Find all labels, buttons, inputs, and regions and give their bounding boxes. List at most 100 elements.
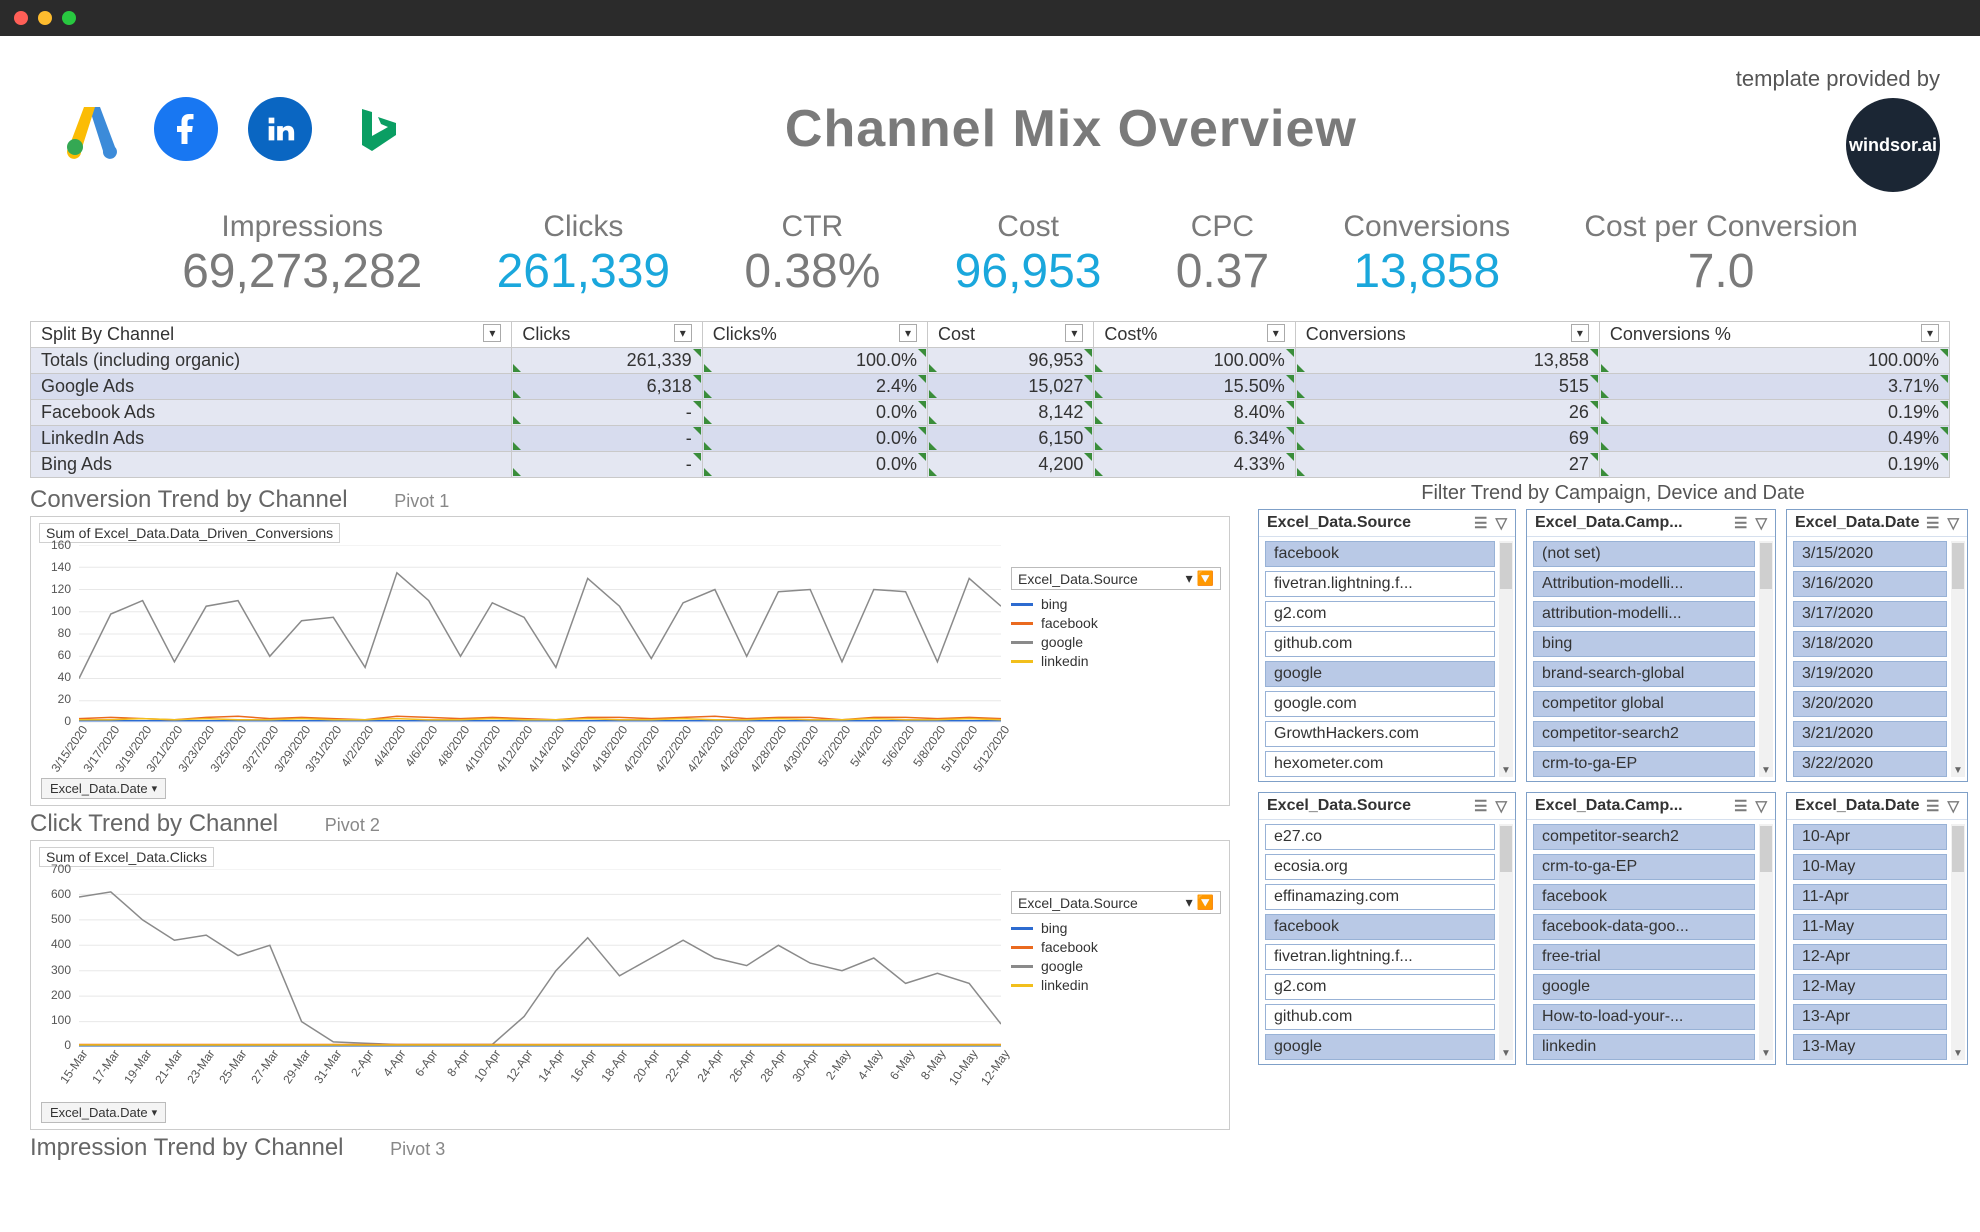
scrollbar[interactable]: ▲▼ [1951,824,1965,1060]
col-header[interactable]: Clicks▾ [512,322,702,348]
col-header[interactable]: Conversions %▾ [1599,322,1949,348]
slicer-option[interactable]: 3/18/2020 [1793,631,1947,657]
slicer-option[interactable]: 3/20/2020 [1793,691,1947,717]
slicer-option[interactable]: 12-Apr [1793,944,1947,970]
slicer-option[interactable]: free-trial [1533,944,1755,970]
col-header[interactable]: Cost▾ [928,322,1094,348]
multiselect-icon[interactable]: ☰ [1734,797,1747,815]
slicer-option[interactable]: GrowthHackers.com [1265,721,1495,747]
slicer-option[interactable]: 12-May [1793,974,1947,1000]
clear-filter-icon[interactable]: ▽ [1947,514,1959,532]
legend-item[interactable]: facebook [1011,939,1221,955]
slicer-option[interactable]: attribution-modelli... [1533,601,1755,627]
clear-filter-icon[interactable]: ▽ [1495,797,1507,815]
scrollbar[interactable]: ▲▼ [1759,541,1773,777]
slicer-option[interactable]: 3/17/2020 [1793,601,1947,627]
slicer-option[interactable]: 3/21/2020 [1793,721,1947,747]
chart1-date-pill[interactable]: Excel_Data.Date [41,778,166,799]
col-header[interactable]: Split By Channel▾ [31,322,512,348]
slicer-option[interactable]: brand-search-global [1533,661,1755,687]
multiselect-icon[interactable]: ☰ [1474,797,1487,815]
legend-item[interactable]: google [1011,634,1221,650]
slicer-option[interactable]: How-to-load-your-... [1533,1004,1755,1030]
kpi-row: Impressions69,273,282Clicks261,339CTR0.3… [30,202,1950,313]
legend-item[interactable]: linkedin [1011,977,1221,993]
linkedin-icon [248,97,312,161]
slicer-option[interactable]: facebook-data-goo... [1533,914,1755,940]
multiselect-icon[interactable]: ☰ [1926,797,1939,815]
filter-dropdown-icon[interactable]: ▾ [1267,324,1285,342]
slicer-option[interactable]: google.com [1265,691,1495,717]
scrollbar[interactable]: ▲▼ [1499,824,1513,1060]
slicer-option[interactable]: 3/15/2020 [1793,541,1947,567]
slicer-option[interactable]: 11-May [1793,914,1947,940]
slicer-option[interactable]: Attribution-modelli... [1533,571,1755,597]
legend-item[interactable]: bing [1011,596,1221,612]
slicer-option[interactable]: 13-May [1793,1034,1947,1060]
col-header[interactable]: Conversions▾ [1295,322,1599,348]
slicer-option[interactable]: competitor-search2 [1533,721,1755,747]
slicer-option[interactable]: effinamazing.com [1265,884,1495,910]
slicer-option[interactable]: competitor-search2 [1533,824,1755,850]
slicer-option[interactable]: facebook [1265,541,1495,567]
slicer-option[interactable]: 3/19/2020 [1793,661,1947,687]
legend-item[interactable]: facebook [1011,615,1221,631]
clear-filter-icon[interactable]: ▽ [1755,797,1767,815]
slicer-option[interactable]: google [1265,1034,1495,1060]
kpi-label: CTR [744,210,880,244]
slicer-option[interactable]: facebook [1265,914,1495,940]
filter-dropdown-icon[interactable]: ▾ [1571,324,1589,342]
legend-header[interactable]: Excel_Data.Source▾ 🔽 [1011,891,1221,914]
slicer-option[interactable]: fivetran.lightning.f... [1265,571,1495,597]
slicer-option[interactable]: crm-to-ga-EP [1533,854,1755,880]
col-header[interactable]: Clicks%▾ [702,322,927,348]
slicer-option[interactable]: ecosia.org [1265,854,1495,880]
min-dot[interactable] [38,11,52,25]
slicer-option[interactable]: 10-May [1793,854,1947,880]
table-row: Totals (including organic)261,339100.0%9… [31,348,1950,374]
slicer-option[interactable]: competitor global [1533,691,1755,717]
multiselect-icon[interactable]: ☰ [1926,514,1939,532]
slicer-option[interactable]: e27.co [1265,824,1495,850]
close-dot[interactable] [14,11,28,25]
clear-filter-icon[interactable]: ▽ [1495,514,1507,532]
multiselect-icon[interactable]: ☰ [1474,514,1487,532]
slicer-option[interactable]: fivetran.lightning.f... [1265,944,1495,970]
clear-filter-icon[interactable]: ▽ [1947,797,1959,815]
slicer-option[interactable]: crm-to-ga-EP [1533,751,1755,777]
scrollbar[interactable]: ▲▼ [1759,824,1773,1060]
slicer-option[interactable]: (not set) [1533,541,1755,567]
legend-item[interactable]: google [1011,958,1221,974]
slicer-option[interactable]: 3/16/2020 [1793,571,1947,597]
legend-item[interactable]: bing [1011,920,1221,936]
filter-dropdown-icon[interactable]: ▾ [1065,324,1083,342]
legend-item[interactable]: linkedin [1011,653,1221,669]
slicer-option[interactable]: github.com [1265,631,1495,657]
slicer-option[interactable]: facebook [1533,884,1755,910]
clear-filter-icon[interactable]: ▽ [1755,514,1767,532]
slicer-option[interactable]: g2.com [1265,601,1495,627]
col-header[interactable]: Cost%▾ [1094,322,1295,348]
cell-value: 69 [1295,426,1599,452]
slicer-option[interactable]: g2.com [1265,974,1495,1000]
filter-dropdown-icon[interactable]: ▾ [674,324,692,342]
slicer-option[interactable]: 13-Apr [1793,1004,1947,1030]
slicer-option[interactable]: bing [1533,631,1755,657]
filter-dropdown-icon[interactable]: ▾ [483,324,501,342]
slicer-option[interactable]: 3/22/2020 [1793,751,1947,777]
slicer-option[interactable]: 10-Apr [1793,824,1947,850]
slicer-option[interactable]: 11-Apr [1793,884,1947,910]
scrollbar[interactable]: ▲▼ [1951,541,1965,777]
slicer-option[interactable]: google [1533,974,1755,1000]
multiselect-icon[interactable]: ☰ [1734,514,1747,532]
max-dot[interactable] [62,11,76,25]
chart2-date-pill[interactable]: Excel_Data.Date [41,1102,166,1123]
slicer-option[interactable]: github.com [1265,1004,1495,1030]
slicer-option[interactable]: hexometer.com [1265,751,1495,777]
slicer-option[interactable]: google [1265,661,1495,687]
scrollbar[interactable]: ▲▼ [1499,541,1513,777]
filter-dropdown-icon[interactable]: ▾ [899,324,917,342]
slicer-option[interactable]: linkedin [1533,1034,1755,1060]
legend-header[interactable]: Excel_Data.Source▾ 🔽 [1011,567,1221,590]
filter-dropdown-icon[interactable]: ▾ [1921,324,1939,342]
